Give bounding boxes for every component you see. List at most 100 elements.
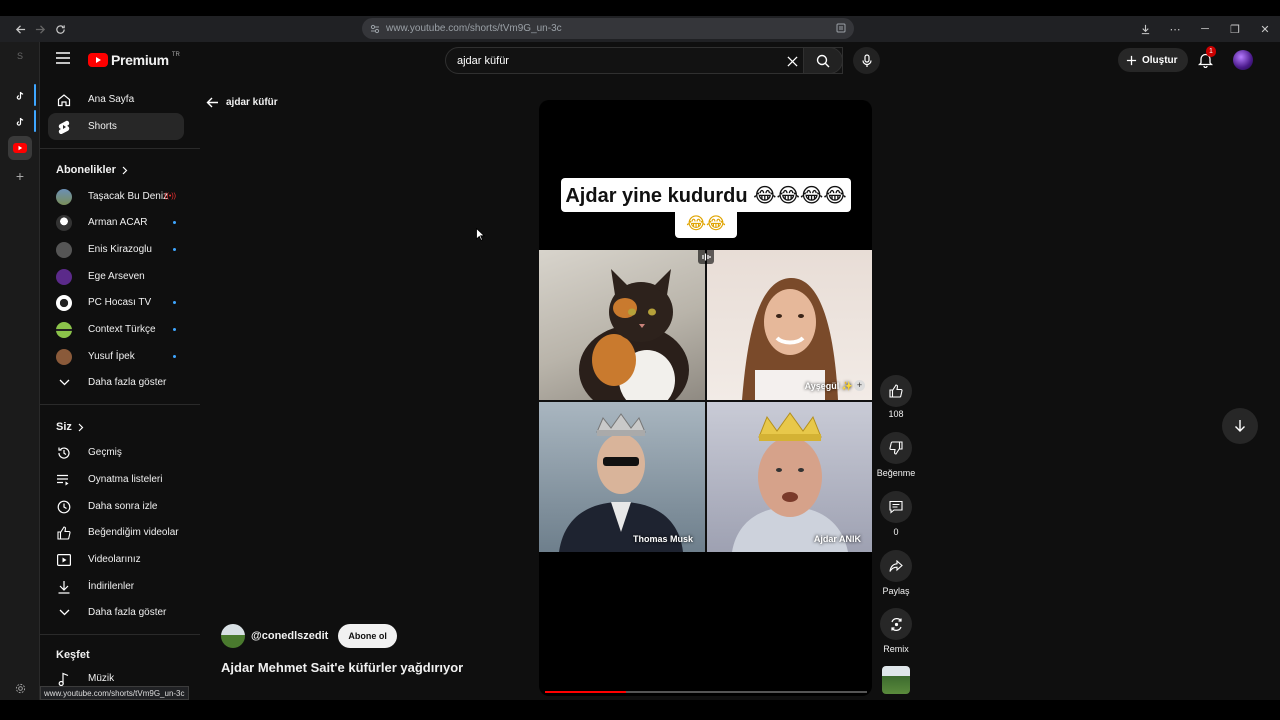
maximize-icon[interactable]: ❐: [1220, 16, 1250, 42]
avatar: [56, 241, 72, 258]
show-more-subscriptions[interactable]: Daha fazla göster: [48, 369, 184, 396]
create-button[interactable]: Oluştur: [1118, 48, 1188, 72]
top-strip: [0, 0, 1280, 16]
sidebar-item-playlists[interactable]: Oynatma listeleri: [48, 466, 184, 493]
settings-icon[interactable]: [8, 676, 32, 700]
sidebar-item-label: Shorts: [88, 121, 117, 132]
avatar: [56, 348, 72, 365]
sidebar-item-label: Geçmiş: [88, 447, 122, 458]
person-figure-icon: [732, 412, 848, 552]
like-button[interactable]: [880, 375, 912, 407]
voice-search-button[interactable]: [853, 47, 880, 74]
site-info-icon[interactable]: [370, 24, 380, 34]
downloads-icon[interactable]: [1130, 16, 1160, 42]
avatar: [56, 321, 72, 338]
avatar: [56, 294, 72, 311]
microphone-icon: [861, 53, 872, 67]
sidebar-item-subscription[interactable]: Context Türkçe: [48, 316, 184, 343]
thumbs-up-icon: [889, 384, 903, 398]
sidebar-item-subscription[interactable]: Arman ACAR: [48, 209, 184, 236]
comments-button[interactable]: [880, 491, 912, 523]
tile-label: Ayşegül ✨: [804, 381, 853, 391]
video-tile-cat: [539, 250, 705, 400]
sidebar-item-label: Ana Sayfa: [88, 94, 135, 105]
shorts-icon: [56, 119, 72, 135]
new-content-dot: [173, 248, 176, 251]
url-path: /shorts/tVm9G_un-3c: [467, 23, 562, 34]
tab-tiktok-1[interactable]: [8, 84, 32, 108]
subscriptions-heading[interactable]: Abonelikler: [56, 164, 128, 176]
sidebar-item-home[interactable]: Ana Sayfa: [48, 86, 184, 113]
cat-figure-icon: [579, 269, 689, 400]
sidebar-item-subscription[interactable]: Ege Arseven: [48, 263, 184, 290]
close-window-icon[interactable]: ✕: [1250, 16, 1280, 42]
audio-thumbnail[interactable]: [882, 666, 910, 694]
sidebar-item-label: Daha sonra izle: [88, 501, 158, 512]
avatar: [56, 268, 72, 285]
divider: [40, 634, 200, 635]
divider: [40, 148, 200, 149]
back-arrow-icon[interactable]: [10, 19, 30, 39]
clear-search-icon[interactable]: [782, 51, 802, 71]
arrow-down-icon: [1235, 420, 1245, 432]
audio-level-icon: [698, 250, 714, 264]
sidebar-item-label: PC Hocası TV: [88, 297, 152, 308]
youtube-icon: [13, 143, 27, 153]
like-count: 108: [888, 409, 904, 419]
back-to-search[interactable]: ajdar küfür: [206, 94, 278, 110]
hamburger-menu-icon[interactable]: [56, 52, 70, 64]
shorts-player[interactable]: Ajdar yine kudurdu 😂😂😂😂 😂😂 Ayşegül ✨ + T…: [539, 100, 872, 696]
new-content-dot: [173, 355, 176, 358]
sidebar-item-subscription[interactable]: Yusuf İpek: [48, 343, 184, 370]
sidebar-item-subscription[interactable]: PC Hocası TV: [48, 289, 184, 316]
show-more-you[interactable]: Daha fazla göster: [48, 599, 184, 626]
person-figure-icon: [742, 277, 838, 400]
channel-avatar[interactable]: [221, 624, 245, 648]
address-bar[interactable]: www.youtube.com/shorts/tVm9G_un-3c: [362, 18, 854, 39]
account-avatar[interactable]: [1233, 50, 1253, 70]
dislike-button[interactable]: [880, 432, 912, 464]
reload-icon[interactable]: [50, 19, 70, 39]
add-participant-icon[interactable]: +: [854, 380, 865, 391]
more-menu-icon[interactable]: ⋯: [1160, 16, 1190, 42]
sidebar-item-downloads[interactable]: İndirilenler: [48, 573, 184, 600]
sidebar-item-subscription[interactable]: Enis Kirazoglu: [48, 236, 184, 263]
sidebar-item-history[interactable]: Geçmiş: [48, 439, 184, 466]
remix-button[interactable]: [880, 608, 912, 640]
tile-label: Thomas Musk: [632, 534, 693, 544]
sidebar-item-label: Ege Arseven: [88, 271, 145, 282]
next-video-button[interactable]: [1222, 408, 1258, 444]
sidebar-item-liked-videos[interactable]: Beğendiğim videolar: [48, 519, 184, 546]
remix-label: Remix: [883, 644, 909, 654]
video-progress-bar[interactable]: [545, 691, 867, 693]
sidebar-item-shorts[interactable]: Shorts: [48, 113, 184, 140]
page-action-icon[interactable]: [836, 23, 846, 33]
new-tab-icon[interactable]: +: [8, 164, 32, 188]
tab-youtube[interactable]: [8, 136, 32, 160]
sidebar-item-your-videos[interactable]: Videolarınız: [48, 546, 184, 573]
video-progress-fill: [545, 691, 626, 693]
video-tile-man-suit: Thomas Musk: [539, 402, 705, 552]
browser-toolbar: www.youtube.com/shorts/tVm9G_un-3c ⋯ ─ ❐…: [0, 16, 1280, 42]
back-label: ajdar küfür: [226, 96, 278, 108]
vertical-tab-bar: S +: [0, 42, 40, 720]
youtube-logo[interactable]: Premium TR: [88, 52, 180, 68]
search-button[interactable]: [803, 47, 843, 74]
channel-name[interactable]: @conedlszedit: [251, 630, 328, 642]
chevron-right-icon: [122, 166, 128, 175]
tab-tiktok-2[interactable]: [8, 110, 32, 134]
forward-arrow-icon[interactable]: [30, 19, 50, 39]
thumbs-down-icon: [889, 441, 903, 455]
notifications-button[interactable]: 1: [1198, 46, 1216, 68]
sidebar-item-label: Taşacak Bu Deniz: [88, 191, 169, 202]
minimize-icon[interactable]: ─: [1190, 16, 1220, 42]
video-title[interactable]: Ajdar Mehmet Sait'e küfürler yağdırıyor: [221, 660, 463, 675]
tile-label: Ajdar ANIK: [813, 534, 861, 544]
you-heading[interactable]: Siz: [56, 421, 84, 433]
workspace-icon[interactable]: S: [8, 44, 32, 68]
sidebar-item-watch-later[interactable]: Daha sonra izle: [48, 493, 184, 520]
bottom-strip: [0, 700, 1280, 720]
share-button[interactable]: [880, 550, 912, 582]
subscribe-button[interactable]: Abone ol: [338, 624, 397, 648]
sidebar-item-subscription[interactable]: Taşacak Bu Deniz ((•)): [48, 183, 184, 210]
